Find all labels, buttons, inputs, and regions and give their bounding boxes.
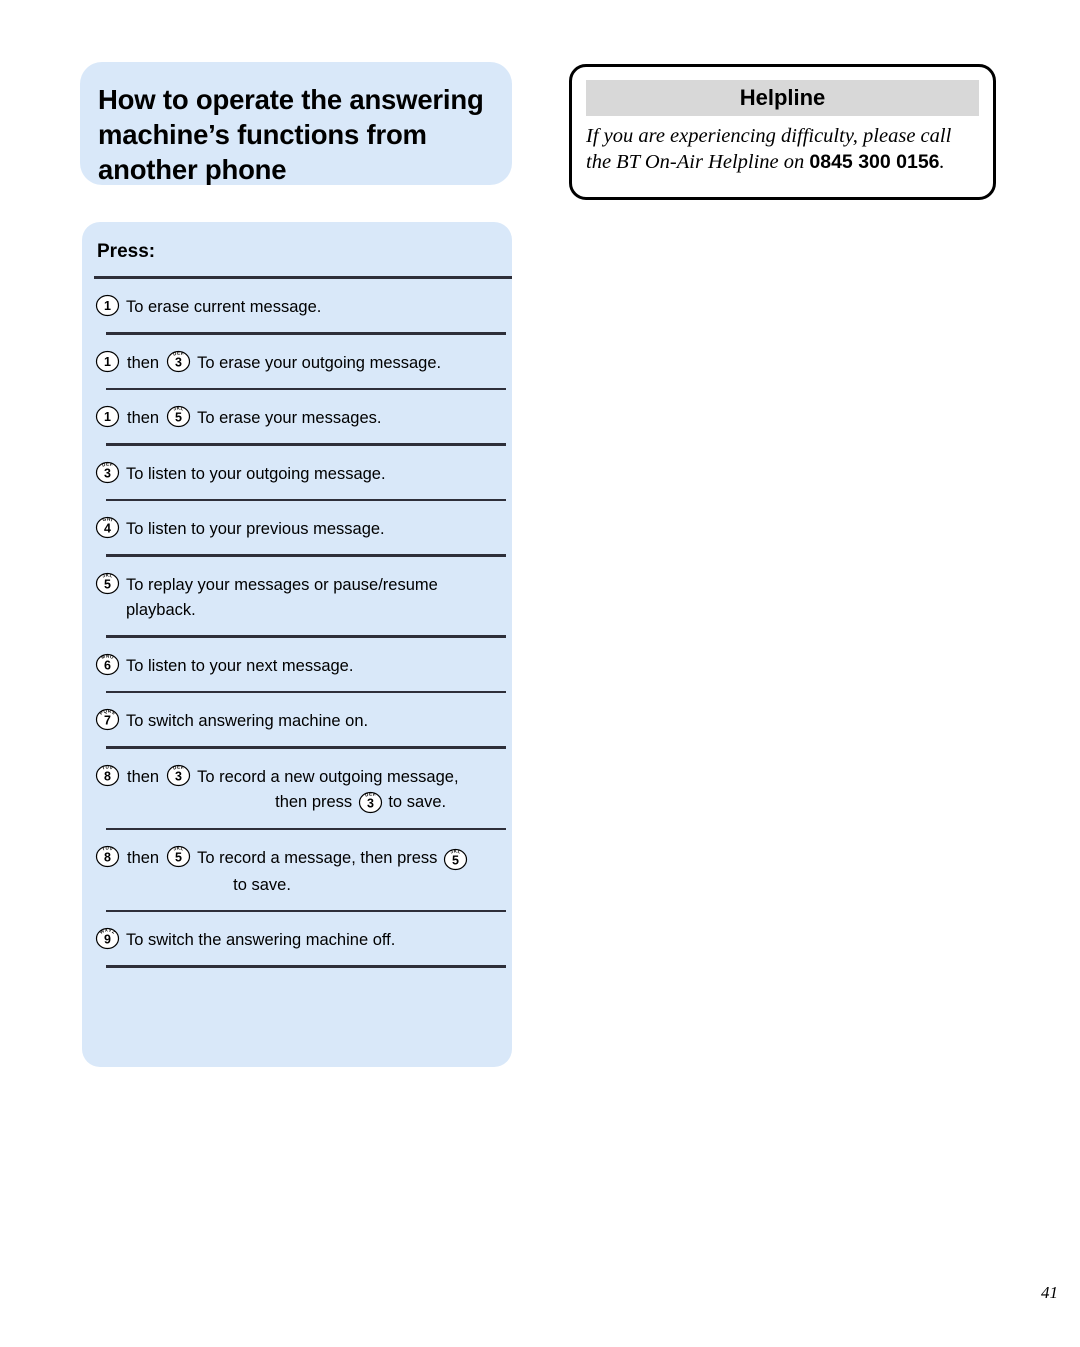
- row-erase-current: 1 To erase current message.: [94, 294, 512, 318]
- press-row-text-line1: To erase your outgoing message.: [197, 353, 442, 372]
- svg-text:9: 9: [104, 933, 111, 947]
- svg-text:1: 1: [104, 410, 111, 424]
- press-row-text: To record a new outgoing message, then pr…: [192, 764, 459, 814]
- press-row-text: To listen to your next message.: [121, 653, 353, 677]
- keypad-key-5-icon: 5 JKL: [95, 572, 120, 595]
- press-row-text: To erase your outgoing message.: [192, 350, 441, 374]
- press-row-text: To replay your messages or pause/resume p…: [121, 572, 438, 621]
- press-row-text-line1: To switch the answering machine off.: [126, 931, 396, 950]
- svg-text:3: 3: [104, 466, 111, 480]
- helpline-message: If you are experiencing difficulty, plea…: [586, 123, 979, 175]
- keypad-key-3-icon: 3 DEF: [166, 764, 191, 787]
- helpline-message-period: .: [939, 151, 945, 173]
- keypad-key-1-icon: 1: [95, 350, 120, 373]
- press-row: 9 WXYZ To switch the answering machine off…: [82, 912, 512, 968]
- press-heading: Press:: [97, 241, 156, 262]
- press-row-text: To switch answering machine on.: [121, 708, 368, 732]
- keypad-key-1-icon: 1: [95, 294, 120, 317]
- keypad-key-4-icon: 4 GHI: [95, 516, 120, 539]
- row-replay-pause: 5 JKL To replay your messages or pause/res…: [94, 572, 512, 621]
- keypad-key-3-icon: 3 DEF: [166, 350, 191, 373]
- keypad-key-7-icon: 7 PQRS: [95, 708, 120, 731]
- svg-text:7: 7: [104, 714, 111, 728]
- page-title-panel: How to operate the answering machine’s f…: [80, 62, 512, 185]
- keypad-key-8-icon: 8 TUV: [95, 845, 120, 868]
- helpline-title-bar: Helpline: [586, 80, 979, 116]
- page-title: How to operate the answering machine’s f…: [98, 84, 484, 185]
- press-row-text-line1: To listen to your next message.: [126, 656, 354, 675]
- keypad-key-5-icon: 5 JKL: [443, 848, 468, 871]
- row-record-message: 8 TUV then 5 JKL To record a message, then pr…: [94, 845, 512, 895]
- svg-text:6: 6: [104, 658, 111, 672]
- press-row-text-line1: To replay your messages or pause/resume: [126, 575, 438, 594]
- press-row: 1 then 3 DEF To erase your outgoing message.: [82, 335, 512, 391]
- svg-text:5: 5: [175, 411, 182, 425]
- row-listen-next: 6 MNO To listen to your next message.: [94, 653, 512, 677]
- press-row: 8 TUV then 3 DEF To record a new outgoing mes…: [82, 749, 512, 831]
- row-switch-off: 9 WXYZ To switch the answering machine off…: [94, 927, 512, 951]
- press-row: 1 then 5 JKL To erase your messages.: [82, 390, 512, 446]
- row-erase-outgoing: 1 then 3 DEF To erase your outgoing message.: [94, 350, 512, 374]
- keypad-key-6-icon: 6 MNO: [95, 653, 120, 676]
- svg-text:8: 8: [104, 851, 111, 865]
- press-row: 5 JKL To replay your messages or pause/res…: [82, 557, 512, 638]
- page-number: 41: [1041, 1283, 1058, 1302]
- press-row: 8 TUV then 5 JKL To record a message, then pr…: [82, 830, 512, 913]
- keypad-key-8-icon: 8 TUV: [95, 764, 120, 787]
- keypad-key-5-icon: 5 JKL: [166, 405, 191, 428]
- row-switch-on: 7 PQRS To switch answering machine on.: [94, 708, 512, 732]
- svg-text:3: 3: [175, 355, 182, 369]
- keypad-key-3-icon: 3 DEF: [95, 461, 120, 484]
- helpline-phone-number: 0845 300 0156: [809, 151, 940, 173]
- row-erase-messages: 1 then 5 JKL To erase your messages.: [94, 405, 512, 429]
- row-listen-outgoing: 3 DEF To listen to your outgoing message.: [94, 461, 512, 485]
- keypad-key-9-icon: 9 WXYZ: [95, 927, 120, 950]
- press-row-line2-prefix: then press: [275, 792, 357, 811]
- press-row-text: To listen to your outgoing message.: [121, 461, 386, 485]
- press-row-connector: then: [127, 849, 160, 868]
- press-row-connector: then: [127, 767, 160, 786]
- svg-text:4: 4: [104, 522, 111, 536]
- svg-text:1: 1: [104, 299, 111, 313]
- press-row-text-line1: To erase current message.: [126, 298, 322, 316]
- row-listen-previous: 4 GHI To listen to your previous message.: [94, 516, 512, 540]
- press-row-text: To erase your messages.: [192, 405, 381, 429]
- press-row-text-line1: To listen to your previous message.: [126, 520, 385, 539]
- press-row-text-line1: To erase your messages.: [197, 409, 382, 428]
- svg-text:3: 3: [175, 769, 182, 783]
- press-row-text: To record a message, then press 5 JKL to s…: [192, 845, 469, 895]
- press-row-connector: then: [127, 353, 160, 372]
- press-row-text-line2: then press 3 DEF to save.: [197, 791, 458, 814]
- press-row-text-line1: To switch answering machine on.: [126, 712, 369, 731]
- press-row: 7 PQRS To switch answering machine on.: [82, 693, 512, 749]
- svg-text:1: 1: [104, 355, 111, 369]
- press-instructions-panel: Press: 1 To erase current message. 1 then 3 D…: [82, 222, 512, 1067]
- press-row: 3 DEF To listen to your outgoing message.: [82, 446, 512, 502]
- press-row-list: 1 To erase current message. 1 then 3 DEF To er…: [82, 279, 512, 968]
- press-row-text-line1: To record a new outgoing message,: [197, 767, 459, 786]
- press-row-text-line2: playback.: [126, 600, 196, 619]
- press-row-text-line1: To record a message, then press: [197, 849, 442, 868]
- press-row-line2-suffix: to save.: [383, 792, 447, 811]
- keypad-key-3-icon: 3 DEF: [358, 791, 383, 814]
- press-row-text: To erase current message.: [121, 294, 321, 318]
- svg-text:5: 5: [175, 851, 182, 865]
- press-row: 6 MNO To listen to your next message.: [82, 638, 512, 694]
- press-row-text: To listen to your previous message.: [121, 516, 385, 540]
- press-row: 4 GHI To listen to your previous message.: [82, 501, 512, 557]
- press-row-text-line2: to save.: [233, 875, 291, 894]
- press-row-text-line1: To listen to your outgoing message.: [126, 464, 386, 483]
- svg-text:8: 8: [104, 769, 111, 783]
- press-row: 1 To erase current message.: [82, 279, 512, 335]
- press-row-divider: [106, 965, 506, 968]
- keypad-key-1-icon: 1: [95, 405, 120, 428]
- row-record-outgoing: 8 TUV then 3 DEF To record a new outgoing mes…: [94, 764, 512, 814]
- svg-text:5: 5: [452, 853, 459, 867]
- helpline-box: Helpline If you are experiencing difficu…: [569, 64, 996, 200]
- svg-text:3: 3: [367, 796, 374, 810]
- keypad-key-5-icon: 5 JKL: [166, 845, 191, 868]
- press-row-connector: then: [127, 409, 160, 428]
- press-row-text: To switch the answering machine off.: [121, 927, 395, 951]
- svg-text:5: 5: [104, 578, 111, 592]
